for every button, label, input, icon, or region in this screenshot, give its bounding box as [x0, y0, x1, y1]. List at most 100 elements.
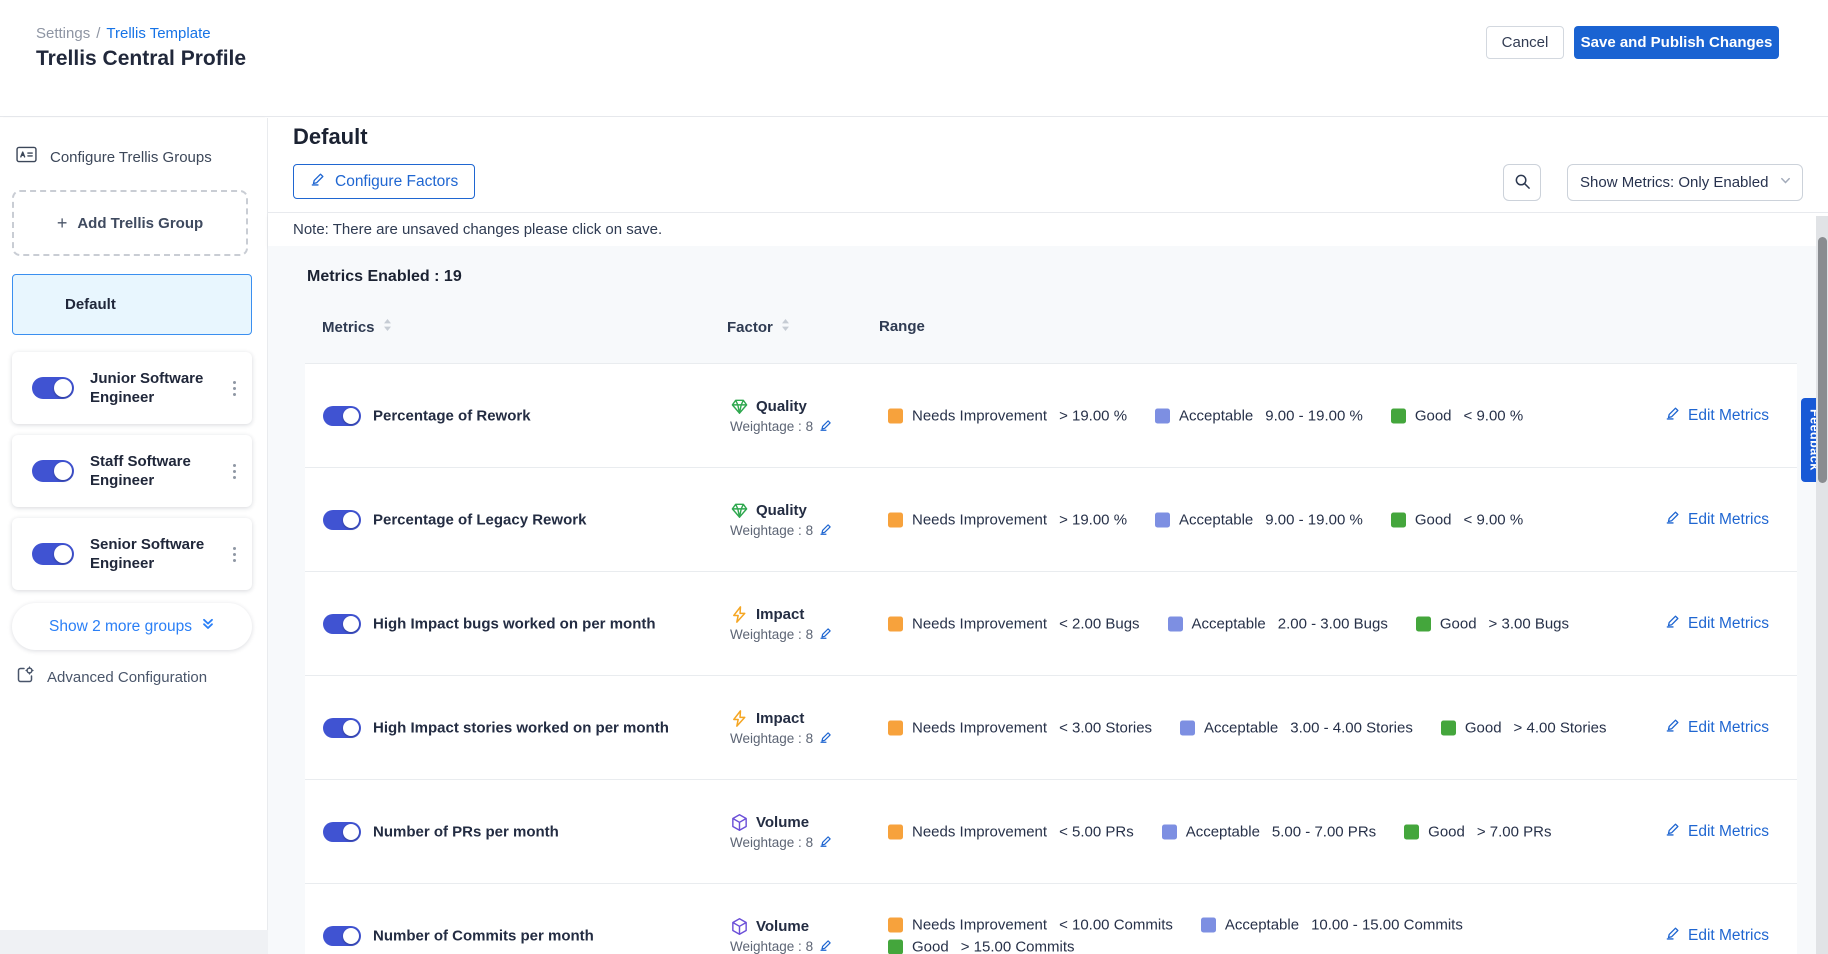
chevron-down-icon [1779, 174, 1792, 192]
range-item: Needs Improvement< 2.00 Bugs [888, 615, 1140, 632]
scrollbar-thumb[interactable] [1818, 237, 1827, 483]
metric-toggle[interactable] [323, 718, 361, 738]
metric-name: Number of PRs per month [373, 823, 703, 840]
edit-weightage-icon[interactable] [819, 523, 832, 539]
range-color-swatch [1155, 512, 1170, 527]
metric-toggle[interactable] [323, 614, 361, 634]
edit-pencil-icon [310, 172, 325, 192]
edit-pencil-icon [1665, 926, 1680, 946]
edit-metrics-link[interactable]: Edit Metrics [1665, 926, 1769, 946]
search-icon [1514, 173, 1531, 193]
edit-metrics-link[interactable]: Edit Metrics [1665, 406, 1769, 426]
edit-pencil-icon [1665, 614, 1680, 634]
show-metrics-dropdown[interactable]: Show Metrics: Only Enabled [1567, 164, 1803, 201]
range-item: Acceptable3.00 - 4.00 Stories [1180, 719, 1413, 736]
metric-name: High Impact stories worked on per month [373, 719, 703, 736]
factor-name: Impact [756, 606, 804, 623]
metric-toggle[interactable] [323, 926, 361, 946]
page-background [0, 930, 268, 954]
group-toggle[interactable] [32, 460, 74, 482]
range-cell: Needs Improvement< 5.00 PRs Acceptable5.… [888, 823, 1638, 840]
toggle-knob [54, 379, 72, 397]
range-item: Good> 3.00 Bugs [1416, 615, 1569, 632]
advanced-configuration-link[interactable]: Advanced Configuration [16, 666, 207, 689]
top-header: Settings / Trellis Template Trellis Centra… [0, 0, 1828, 117]
trellis-central-profile-page: Settings / Trellis Template Trellis Centra… [0, 0, 1828, 954]
show-more-groups-button[interactable]: Show 2 more groups [12, 603, 252, 650]
cancel-button[interactable]: Cancel [1486, 26, 1564, 59]
range-item: Acceptable10.00 - 15.00 Commits [1201, 916, 1463, 933]
column-header-factor[interactable]: Factor [727, 318, 790, 336]
range-item: Acceptable9.00 - 19.00 % [1155, 407, 1363, 424]
range-item: Good> 7.00 PRs [1404, 823, 1551, 840]
advanced-configuration-icon [16, 666, 34, 689]
sidebar-item-default-group[interactable]: Default [12, 274, 252, 335]
edit-weightage-icon[interactable] [819, 627, 832, 643]
save-and-publish-button[interactable]: Save and Publish Changes [1574, 26, 1779, 59]
group-toggle[interactable] [32, 377, 74, 399]
kebab-menu-icon[interactable] [229, 541, 240, 567]
edit-metrics-link[interactable]: Edit Metrics [1665, 510, 1769, 530]
range-item: Good< 9.00 % [1391, 407, 1523, 424]
range-color-swatch [1162, 824, 1177, 839]
page-title: Trellis Central Profile [36, 47, 246, 71]
breadcrumb-trellis-template[interactable]: Trellis Template [106, 25, 210, 42]
range-color-swatch [1416, 616, 1431, 631]
sidebar-item-staff-software-engineer[interactable]: Staff Software Engineer [12, 435, 252, 507]
range-item: Acceptable5.00 - 7.00 PRs [1162, 823, 1376, 840]
metric-toggle[interactable] [323, 406, 361, 426]
sidebar-item-junior-software-engineer[interactable]: Junior Software Engineer [12, 352, 252, 424]
unsaved-changes-note: Note: There are unsaved changes please c… [268, 213, 1828, 246]
quality-gem-icon [730, 397, 749, 416]
edit-weightage-icon[interactable] [819, 835, 832, 851]
kebab-menu-icon[interactable] [229, 458, 240, 484]
toggle-knob [343, 824, 359, 840]
range-color-swatch [1180, 720, 1195, 735]
range-item: Needs Improvement< 3.00 Stories [888, 719, 1152, 736]
breadcrumb: Settings / Trellis Template [36, 25, 211, 42]
group-toggle[interactable] [32, 543, 74, 565]
metric-toggle[interactable] [323, 510, 361, 530]
search-button[interactable] [1503, 164, 1541, 201]
main-header-band: Default Configure Factors Show Metrics: … [268, 118, 1828, 212]
edit-weightage-icon[interactable] [819, 731, 832, 747]
edit-weightage-icon[interactable] [819, 939, 832, 954]
kebab-menu-icon[interactable] [229, 375, 240, 401]
edit-metrics-link[interactable]: Edit Metrics [1665, 718, 1769, 738]
factor-cell: Volume Weightage : 8 [730, 917, 890, 954]
range-color-swatch [888, 512, 903, 527]
factor-cell: Impact Weightage : 8 [730, 709, 890, 747]
sidebar-item-senior-software-engineer[interactable]: Senior Software Engineer [12, 518, 252, 590]
range-color-swatch [888, 824, 903, 839]
range-color-swatch [888, 939, 903, 954]
breadcrumb-settings[interactable]: Settings [36, 25, 90, 42]
range-color-swatch [888, 408, 903, 423]
range-cell: Needs Improvement< 2.00 Bugs Acceptable2… [888, 615, 1638, 632]
factor-name: Quality [756, 398, 807, 415]
range-item: Good< 9.00 % [1391, 511, 1523, 528]
factor-cell: Quality Weightage : 8 [730, 501, 890, 539]
edit-metrics-link[interactable]: Edit Metrics [1665, 614, 1769, 634]
factor-name: Volume [756, 814, 809, 831]
factor-cell: Quality Weightage : 8 [730, 397, 890, 435]
edit-metrics-link[interactable]: Edit Metrics [1665, 822, 1769, 842]
column-header-range: Range [879, 318, 925, 335]
breadcrumb-separator: / [96, 25, 100, 42]
metric-name: Percentage of Legacy Rework [373, 511, 703, 528]
weightage: Weightage : 8 [730, 731, 890, 747]
sort-icon [781, 318, 790, 336]
table-column-headers: Metrics Factor Range [268, 318, 1828, 348]
range-item: Needs Improvement< 5.00 PRs [888, 823, 1134, 840]
table-row: Percentage of Legacy Rework Quality Weig… [305, 468, 1797, 572]
column-header-metrics[interactable]: Metrics [322, 318, 392, 336]
configure-factors-button[interactable]: Configure Factors [293, 164, 475, 199]
add-trellis-group-button[interactable]: + Add Trellis Group [12, 190, 248, 256]
range-color-swatch [888, 917, 903, 932]
configure-trellis-groups-label: Configure Trellis Groups [50, 149, 212, 166]
toggle-knob [343, 408, 359, 424]
metric-toggle[interactable] [323, 822, 361, 842]
range-item: Acceptable2.00 - 3.00 Bugs [1168, 615, 1388, 632]
range-color-swatch [1201, 917, 1216, 932]
contact-card-icon [16, 146, 37, 168]
edit-weightage-icon[interactable] [819, 419, 832, 435]
